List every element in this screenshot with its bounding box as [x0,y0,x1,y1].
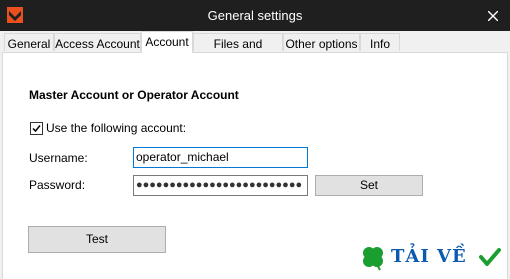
tab-label: Info [369,37,390,51]
tab-access-account[interactable]: Access Account [54,33,141,51]
password-label: Password: [29,178,86,192]
tab-strip: General Access Account Account Files and… [0,31,510,69]
tab-label: Other options [285,37,358,51]
use-account-checkbox[interactable] [30,122,43,135]
section-heading: Master Account or Operator Account [29,88,239,102]
checkmark-icon [32,125,41,133]
close-icon [488,10,498,21]
set-button[interactable]: Set [315,175,423,196]
watermark: TẢI VỀ [360,243,508,273]
password-field[interactable]: ●●●●●●●●●●●●●●●●●●●●●●●●● [133,175,308,196]
tab-label: General [7,37,51,51]
watermark-text: TẢI VỀ [391,246,467,267]
close-button[interactable] [476,0,510,31]
title-bar: General settings [0,0,510,31]
green-check-icon [479,248,501,266]
tab-files-and-folders[interactable]: Files and folders [193,33,283,69]
test-button[interactable]: Test [28,226,166,253]
tab-account[interactable]: Account [141,31,193,53]
username-label: Username: [29,151,88,165]
tab-info[interactable]: Info [360,33,400,51]
tab-general[interactable]: General [4,33,54,51]
tab-label: Access Account [55,37,140,51]
tab-other-options[interactable]: Other options [283,33,360,51]
clover-icon [363,247,383,271]
username-field[interactable]: operator_michael [133,147,308,168]
window-title: General settings [207,8,303,23]
use-account-label[interactable]: Use the following account: [46,121,186,135]
tab-label: Account [145,35,189,49]
